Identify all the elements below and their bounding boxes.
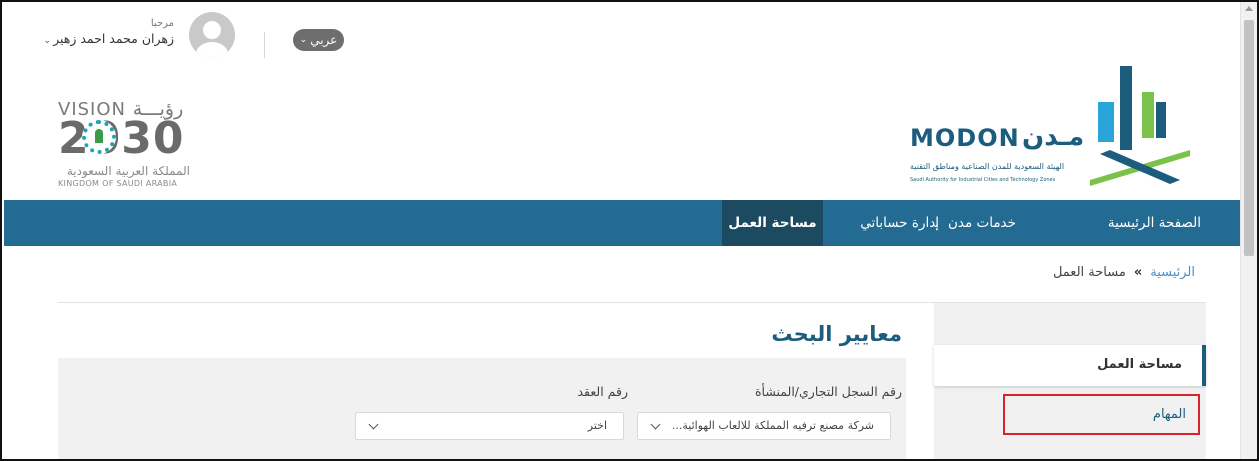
contract-select[interactable]: اختر bbox=[355, 412, 624, 440]
nav-home[interactable]: الصفحة الرئيسية bbox=[1108, 200, 1201, 246]
scroll-thumb[interactable] bbox=[1244, 20, 1254, 256]
avatar-body-shape bbox=[196, 42, 228, 58]
user-name: زهران محمد احمد زهير bbox=[53, 31, 174, 46]
page-scrollbar[interactable] bbox=[1240, 2, 1257, 459]
search-filters-panel: رقم السجل التجاري/المنشأة شركة مصنع ترفي… bbox=[58, 358, 906, 459]
nav-workspace[interactable]: مساحة العمل bbox=[722, 200, 823, 246]
nav-services[interactable]: خدمات مدن ⌄ bbox=[931, 200, 1016, 246]
nav-accounts-label: إدارة حساباتي bbox=[860, 215, 939, 231]
language-switch-button[interactable]: عربي ⌄ bbox=[293, 29, 344, 51]
registry-select-value: شركة مصنع ترفيه المملكة للالعاب الهوائية… bbox=[671, 419, 874, 432]
language-label: عربي bbox=[310, 33, 338, 47]
sidebar-item-label: المهام bbox=[1152, 407, 1186, 422]
contract-label: رقم العقد bbox=[577, 384, 628, 399]
greeting-text: مرحبا bbox=[150, 18, 174, 29]
registry-select[interactable]: شركة مصنع ترفيه المملكة للالعاب الهوائية… bbox=[637, 412, 891, 440]
chevron-down-icon bbox=[368, 419, 379, 430]
breadcrumb-current: مساحة العمل bbox=[1052, 265, 1126, 280]
contract-select-value: اختر bbox=[587, 419, 607, 432]
page-title: معايير البحث bbox=[771, 322, 902, 346]
modon-subtitle-en: Saudi Authority for Industrial Cities an… bbox=[910, 177, 1056, 183]
nav-home-label: الصفحة الرئيسية bbox=[1107, 215, 1201, 231]
nav-workspace-label: مساحة العمل bbox=[728, 215, 817, 231]
modon-logo[interactable]: MODON مـدن الهيئة السعودية للمدن الصناعي… bbox=[902, 62, 1202, 192]
main-nav: الصفحة الرئيسية خدمات مدن ⌄ إدارة حسابات… bbox=[4, 200, 1242, 246]
modon-buildings-icon bbox=[1090, 66, 1190, 186]
scroll-up-arrow-icon[interactable] bbox=[1245, 6, 1253, 11]
breadcrumb: الرئيسية » مساحة العمل bbox=[1053, 265, 1195, 280]
header-divider bbox=[264, 32, 265, 58]
chevron-down-icon bbox=[650, 419, 661, 430]
vision-country-ar: المملكة العربية السعودية bbox=[66, 164, 190, 178]
nav-accounts[interactable]: إدارة حساباتي bbox=[860, 200, 939, 246]
chevron-down-icon: ⌄ bbox=[299, 35, 308, 45]
registry-label: رقم السجل التجاري/المنشأة bbox=[755, 384, 902, 399]
vision-country-en: KINGDOM OF SAUDI ARABIA bbox=[58, 179, 178, 188]
palm-seal-icon bbox=[82, 120, 116, 154]
sidebar-item-tasks[interactable]: المهام bbox=[1003, 394, 1200, 435]
vision-year: 2030 bbox=[58, 113, 185, 164]
vision-2030-logo: VISION رؤيـــة 2030 المملكة العربية السع… bbox=[58, 98, 198, 190]
breadcrumb-home-link[interactable]: الرئيسية bbox=[1150, 265, 1195, 280]
avatar[interactable] bbox=[189, 12, 235, 58]
breadcrumb-separator: » bbox=[1133, 265, 1143, 280]
modon-ar-text: مـدن bbox=[1022, 122, 1085, 152]
modon-en-text: MODON bbox=[910, 124, 1020, 152]
chevron-down-icon: ⌄ bbox=[43, 36, 52, 46]
modon-subtitle-ar: الهيئة السعودية للمدن الصناعية ومناطق ال… bbox=[910, 162, 1065, 171]
user-menu[interactable]: زهران محمد احمد زهير⌄ bbox=[44, 31, 174, 46]
sidebar-item-workspace[interactable]: مساحة العمل bbox=[934, 345, 1206, 386]
avatar-head-shape bbox=[203, 21, 221, 39]
browser-frame: عربي ⌄ مرحبا زهران محمد احمد زهير⌄ VISIO… bbox=[0, 0, 1259, 461]
sidebar-item-label: مساحة العمل bbox=[1097, 357, 1182, 372]
nav-services-label: خدمات مدن bbox=[947, 215, 1016, 231]
